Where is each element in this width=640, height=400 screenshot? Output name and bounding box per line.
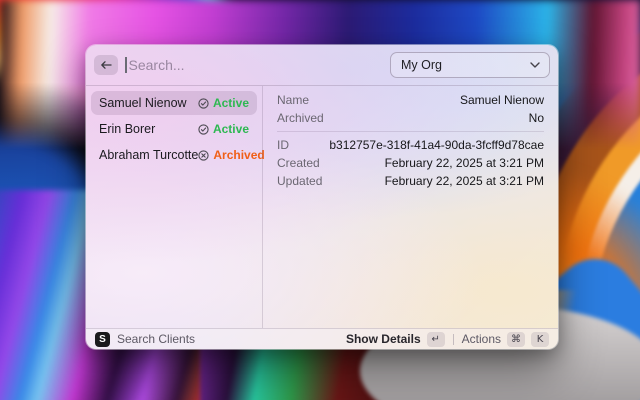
check-circle-icon [198, 98, 209, 109]
actions-button[interactable]: Actions [462, 332, 501, 346]
k-key-icon[interactable]: K [531, 332, 549, 347]
status-label: Active [213, 96, 249, 110]
detail-row: ID b312757e-318f-41a4-90da-3fcff9d78cae [277, 136, 544, 154]
return-key-icon[interactable]: ↵ [427, 332, 445, 347]
desktop: Search... My Org Samuel Nienow [0, 0, 640, 400]
list-item[interactable]: Abraham Turcotte Archived [91, 143, 257, 167]
detail-label: ID [277, 138, 289, 152]
list-item[interactable]: Erin Borer Active [91, 117, 257, 141]
detail-row: Updated February 22, 2025 at 3:21 PM [277, 172, 544, 190]
x-circle-icon [198, 150, 209, 161]
detail-label: Archived [277, 111, 324, 125]
detail-value: February 22, 2025 at 3:21 PM [385, 156, 544, 170]
search-placeholder: Search... [129, 57, 185, 73]
status-badge: Archived [198, 148, 264, 162]
client-list: Samuel Nienow Active Erin Borer [86, 86, 262, 328]
search-clients-window: Search... My Org Samuel Nienow [86, 45, 558, 349]
window-header: Search... My Org [86, 45, 558, 85]
detail-row: Name Samuel Nienow [277, 91, 544, 109]
text-cursor [125, 57, 127, 73]
window-body: Samuel Nienow Active Erin Borer [86, 86, 558, 328]
status-badge: Active [198, 122, 249, 136]
app-logo: S [95, 332, 110, 347]
detail-label: Name [277, 93, 309, 107]
detail-value: February 22, 2025 at 3:21 PM [385, 174, 544, 188]
detail-value: No [529, 111, 544, 125]
check-circle-icon [198, 124, 209, 135]
status-badge: Active [198, 96, 249, 110]
client-name: Abraham Turcotte [99, 148, 198, 162]
detail-label: Updated [277, 174, 322, 188]
status-label: Active [213, 122, 249, 136]
search-input[interactable]: Search... [125, 57, 383, 73]
client-name: Samuel Nienow [99, 96, 187, 110]
status-label: Archived [213, 148, 264, 162]
app-name-label: Search Clients [117, 332, 195, 346]
detail-row: Created February 22, 2025 at 3:21 PM [277, 154, 544, 172]
detail-panel: Name Samuel Nienow Archived No ID b31275… [263, 86, 558, 328]
detail-label: Created [277, 156, 320, 170]
org-select-value: My Org [401, 58, 442, 72]
back-button[interactable] [94, 55, 118, 75]
chevron-down-icon [530, 62, 540, 68]
detail-row: Archived No [277, 109, 544, 127]
footer-actions: Show Details ↵ Actions ⌘ K [346, 332, 549, 347]
detail-value: Samuel Nienow [460, 93, 544, 107]
window-footer: S Search Clients Show Details ↵ Actions … [86, 328, 558, 349]
arrow-left-icon [100, 60, 112, 70]
command-key-icon[interactable]: ⌘ [507, 332, 525, 347]
list-item[interactable]: Samuel Nienow Active [91, 91, 257, 115]
detail-value: b312757e-318f-41a4-90da-3fcff9d78cae [329, 138, 544, 152]
org-select[interactable]: My Org [390, 52, 550, 78]
detail-divider [277, 131, 544, 132]
client-name: Erin Borer [99, 122, 155, 136]
footer-separator [453, 334, 454, 345]
show-details-button[interactable]: Show Details [346, 332, 421, 346]
